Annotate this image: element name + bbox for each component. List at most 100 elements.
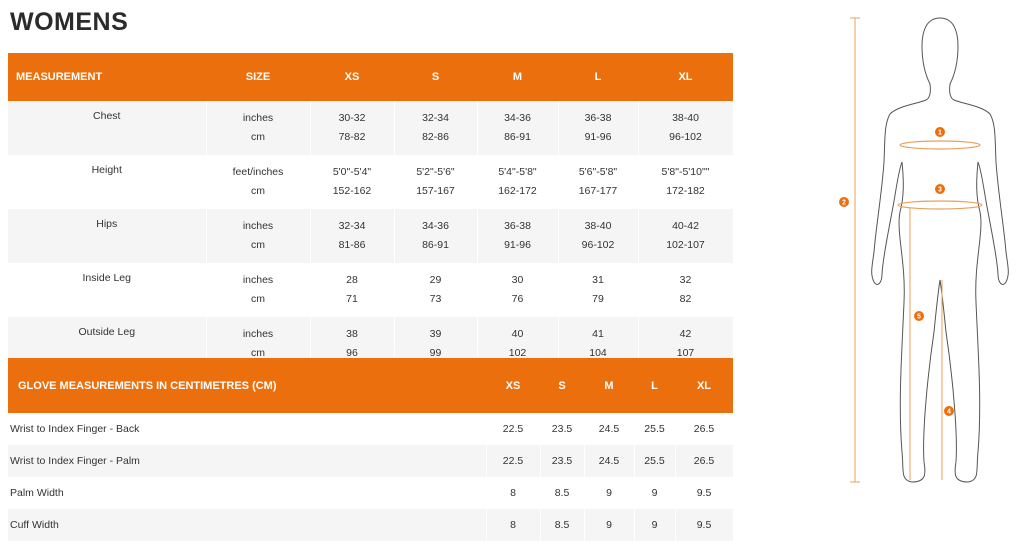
cm-value: cm: [251, 293, 265, 305]
header-xs: XS: [310, 53, 394, 101]
size-table-header: MEASUREMENT SIZE XS S M L XL: [8, 53, 733, 101]
cm-value: 157-167: [416, 185, 455, 197]
size-table-row: Inside Leg inches cm 28 71 29 73 30 76 31 79 32 82: [8, 263, 734, 317]
unit-cell: inches cm: [206, 101, 311, 155]
measurement-name: Hips: [8, 209, 207, 263]
size-s-cell: 32-34 82-86: [394, 101, 478, 155]
size-l-cell: 5'6"-5'8" 167-177: [558, 155, 639, 209]
size-xs-cell: 5'0"-5'4" 152-162: [310, 155, 395, 209]
header-s: S: [394, 53, 477, 101]
unit-cell: inches cm: [206, 209, 311, 263]
glove-xs-cell: 22.5: [486, 413, 541, 445]
primary-value: 5'6"-5'8": [578, 166, 618, 178]
primary-value: 5'2"-5'6": [416, 166, 455, 178]
header-glove-l: L: [634, 358, 675, 413]
glove-s-cell: 8.5: [540, 477, 585, 509]
size-s-cell: 29 73: [394, 263, 478, 317]
primary-value: 30: [511, 274, 524, 286]
svg-text:3: 3: [938, 187, 942, 194]
cm-value: 71: [346, 293, 358, 305]
glove-table-row: Palm Width 8 8.5 9 9 9.5: [8, 477, 734, 509]
primary-value: 39: [429, 328, 442, 340]
primary-value: 29: [429, 274, 442, 286]
marker-3-icon: 3: [935, 184, 945, 194]
header-glove-m: M: [584, 358, 634, 413]
glove-xl-cell: 26.5: [675, 445, 734, 477]
body-outline-svg: 1 2 3 4 5: [839, 17, 1009, 483]
primary-value: inches: [242, 274, 274, 286]
primary-value: 38: [346, 328, 358, 340]
primary-value: 34-36: [504, 112, 531, 124]
primary-value: 5'4"-5'8": [498, 166, 537, 178]
svg-text:2: 2: [842, 200, 846, 207]
glove-l-cell: 9: [634, 509, 676, 541]
page-title: WOMENS: [10, 8, 129, 36]
header-l: L: [558, 53, 638, 101]
cm-value: 91-96: [584, 131, 612, 143]
cm-value: 73: [429, 293, 442, 305]
glove-m-cell: 24.5: [584, 413, 635, 445]
glove-table-row: Wrist to Index Finger - Back 22.5 23.5 24.5…: [8, 413, 734, 445]
size-xs-cell: 28 71: [310, 263, 395, 317]
size-table-row: Hips inches cm 32-34 81-86 34-36 86-91 36-38 91-…: [8, 209, 734, 263]
size-table-row: Chest inches cm 30-32 78-82 32-34 82-86 34-36 86…: [8, 101, 734, 155]
cm-value: 79: [592, 293, 604, 305]
header-glove-xs: XS: [486, 358, 540, 413]
glove-measurement-name: Palm Width: [8, 477, 487, 509]
glove-table-header: GLOVE MEASUREMENTS IN CENTIMETRES (CM) X…: [8, 358, 733, 413]
glove-s-cell: 23.5: [540, 413, 585, 445]
header-m: M: [477, 53, 558, 101]
primary-value: 30-32: [338, 112, 366, 124]
glove-s-cell: 23.5: [540, 445, 585, 477]
header-glove-xl: XL: [675, 358, 733, 413]
measurement-name: Height: [8, 155, 207, 209]
header-glove-title: GLOVE MEASUREMENTS IN CENTIMETRES (CM): [8, 358, 486, 413]
marker-2-icon: 2: [839, 197, 849, 207]
glove-xs-cell: 8: [486, 509, 541, 541]
size-l-cell: 36-38 91-96: [558, 101, 639, 155]
glove-s-cell: 8.5: [540, 509, 585, 541]
marker-4-icon: 4: [944, 406, 954, 416]
primary-value: 34-36: [422, 220, 449, 232]
size-xl-cell: 5'8"-5'10"" 172-182: [638, 155, 734, 209]
cm-value: 78-82: [338, 131, 366, 143]
cm-value: 91-96: [504, 239, 531, 251]
size-l-cell: 38-40 96-102: [558, 209, 639, 263]
glove-l-cell: 25.5: [634, 413, 676, 445]
primary-value: 36-38: [504, 220, 531, 232]
cm-value: 86-91: [422, 239, 449, 251]
unit-cell: feet/inches cm: [206, 155, 311, 209]
cm-value: 167-177: [578, 185, 618, 197]
size-table: MEASUREMENT SIZE XS S M L XL Chest inches…: [8, 53, 734, 371]
glove-m-cell: 9: [584, 509, 635, 541]
primary-value: 5'0"-5'4": [332, 166, 372, 178]
size-m-cell: 30 76: [477, 263, 559, 317]
cm-value: cm: [251, 185, 265, 197]
size-table-row: Height feet/inches cm 5'0"-5'4" 152-162 5'2"-…: [8, 155, 734, 209]
size-m-cell: 34-36 86-91: [477, 101, 559, 155]
hips-line: [897, 200, 983, 210]
size-xl-cell: 38-40 96-102: [638, 101, 734, 155]
header-glove-s: S: [540, 358, 584, 413]
size-xs-cell: 32-34 81-86: [310, 209, 395, 263]
glove-xl-cell: 26.5: [675, 413, 734, 445]
unit-cell: inches cm: [206, 263, 311, 317]
primary-value: 36-38: [584, 112, 612, 124]
cm-value: 96-102: [669, 131, 702, 143]
measurement-name: Chest: [8, 101, 207, 155]
chest-line: [899, 140, 981, 150]
cm-value: cm: [251, 131, 265, 143]
glove-table: GLOVE MEASUREMENTS IN CENTIMETRES (CM) X…: [8, 358, 734, 541]
cm-value: 76: [511, 293, 524, 305]
cm-value: 96-102: [581, 239, 615, 251]
cm-value: cm: [251, 239, 265, 251]
body-measurement-figure: 1 2 3 4 5: [830, 12, 1020, 487]
header-xl: XL: [638, 53, 733, 101]
primary-value: 32: [679, 274, 692, 286]
svg-text:4: 4: [947, 409, 951, 416]
size-l-cell: 31 79: [558, 263, 639, 317]
primary-value: inches: [242, 220, 274, 232]
cm-value: 172-182: [666, 185, 705, 197]
header-size: SIZE: [206, 53, 310, 101]
size-s-cell: 34-36 86-91: [394, 209, 478, 263]
